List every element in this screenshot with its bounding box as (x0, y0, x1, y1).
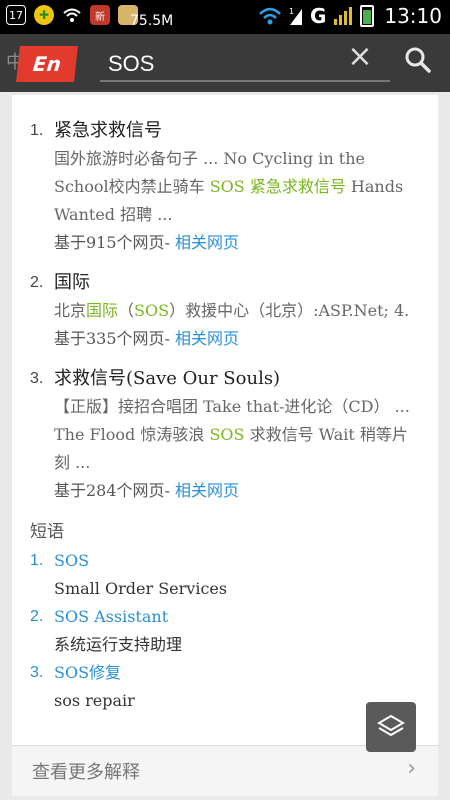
item-number: 1. (30, 552, 44, 569)
status-right-icons: 1 G 13:10 (258, 4, 442, 28)
phrase-item: 2. SOS Assistant 系统运行支持助理 (30, 603, 420, 659)
entry-meta: 基于335个网页- 相关网页 (54, 329, 240, 348)
phrase-link[interactable]: SOS (54, 547, 420, 575)
item-number: 3. (30, 664, 44, 681)
search-icon[interactable] (402, 44, 434, 76)
app-notification-icon: ✚ (34, 5, 54, 25)
entry-title: 求救信号(Save Our Souls) (54, 368, 281, 389)
network-speed: 75.5M (130, 13, 174, 29)
signal-1-icon: 1 (289, 7, 302, 25)
entry-snippet: 国外旅游时必备句子 ... No Cycling in the School校内… (54, 149, 404, 224)
chevron-right-icon: › (407, 756, 416, 781)
layers-button[interactable] (366, 702, 416, 752)
notification-count-icon: 17 (6, 5, 26, 25)
battery-icon (360, 5, 375, 27)
svg-text:1: 1 (289, 7, 294, 16)
web-translations-list: 1. 紧急求救信号 国外旅游时必备句子 ... No Cycling in th… (12, 117, 438, 715)
entry-title: 国际 (54, 272, 90, 293)
related-pages-link[interactable]: 相关网页 (175, 233, 239, 252)
wifi-icon (259, 7, 281, 25)
app-badge-icon: 新 (90, 5, 110, 25)
phrase-item: 1. SOS Small Order Services (30, 547, 420, 603)
language-toggle-button[interactable]: En (16, 46, 78, 82)
phrase-translation: Small Order Services (54, 579, 228, 598)
clock: 13:10 (384, 4, 442, 28)
entry-meta: 基于284个网页- 相关网页 (54, 481, 240, 500)
show-more-button[interactable]: 查看更多解释 › (12, 745, 438, 796)
results-card: 1. 紧急求救信号 国外旅游时必备句子 ... No Cycling in th… (12, 95, 438, 755)
status-bar: 17 ✚ 新 75.5M 1 G 13:10 (0, 0, 450, 34)
wifi-notify-icon (62, 5, 82, 25)
show-more-label: 查看更多解释 (32, 762, 140, 783)
related-pages-link[interactable]: 相关网页 (175, 329, 239, 348)
list-item: 2. 国际 北京国际（SOS）救援中心（北京）:ASP.Net; 4. 基于33… (30, 269, 420, 353)
status-left-icons: 17 ✚ 新 (6, 5, 138, 25)
item-number: 1. (30, 122, 44, 139)
item-number: 2. (30, 274, 44, 291)
item-number: 3. (30, 370, 44, 387)
phrase-link[interactable]: SOS修复 (54, 659, 420, 687)
entry-title: 紧急求救信号 (54, 120, 162, 141)
layers-icon (377, 714, 405, 737)
list-item: 3. 求救信号(Save Our Souls) 【正版】接招合唱团 Take t… (30, 365, 420, 505)
entry-snippet: 北京国际（SOS）救援中心（北京）:ASP.Net; 4. (54, 301, 410, 320)
related-pages-link[interactable]: 相关网页 (175, 481, 239, 500)
list-item: 1. 紧急求救信号 国外旅游时必备句子 ... No Cycling in th… (30, 117, 420, 257)
search-header: 中 En (0, 34, 450, 92)
item-number: 2. (30, 608, 44, 625)
entry-meta: 基于915个网页- 相关网页 (54, 233, 240, 252)
clear-icon[interactable]: × (346, 39, 374, 74)
phrase-link[interactable]: SOS Assistant (54, 603, 420, 631)
phrase-item: 3. SOS修复 sos repair (30, 659, 420, 715)
signal-2-icon (334, 7, 353, 25)
network-type-label: G (309, 4, 327, 28)
phrase-translation: 系统运行支持助理 (54, 635, 183, 654)
entry-snippet: 【正版】接招合唱团 Take that-进化论（CD） ... The Floo… (54, 397, 410, 472)
phrases-heading: 短语 (30, 522, 64, 542)
